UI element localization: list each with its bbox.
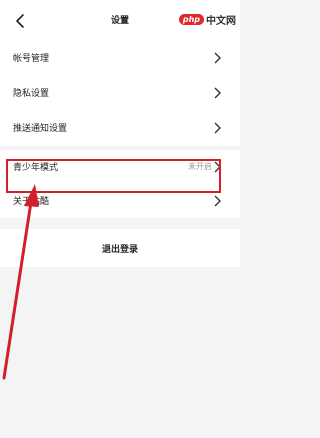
chevron-right-icon	[214, 195, 221, 207]
row-push-notification-settings[interactable]: 推送通知设置	[0, 111, 240, 145]
chevron-right-icon	[214, 122, 221, 134]
settings-group-account: 帐号管理 隐私设置 推送通知设置	[0, 41, 240, 146]
top-bar: 设置 php 中文网	[0, 0, 240, 42]
highlight-box	[6, 159, 221, 193]
watermark-logo: php	[178, 14, 204, 25]
watermark: php 中文网	[178, 12, 236, 27]
row-label: 帐号管理	[13, 54, 50, 64]
row-label: 推送通知设置	[13, 124, 68, 134]
chevron-right-icon	[214, 87, 221, 99]
watermark-text: 中文网	[206, 16, 236, 27]
chevron-right-icon	[214, 52, 221, 64]
logout-label: 退出登录	[101, 245, 138, 255]
row-privacy-settings[interactable]: 隐私设置	[0, 76, 240, 110]
row-label: 关于站酷	[13, 197, 50, 207]
row-account-management[interactable]: 帐号管理	[0, 41, 240, 75]
logout-button[interactable]: 退出登录	[0, 229, 240, 267]
row-label: 隐私设置	[13, 89, 50, 99]
